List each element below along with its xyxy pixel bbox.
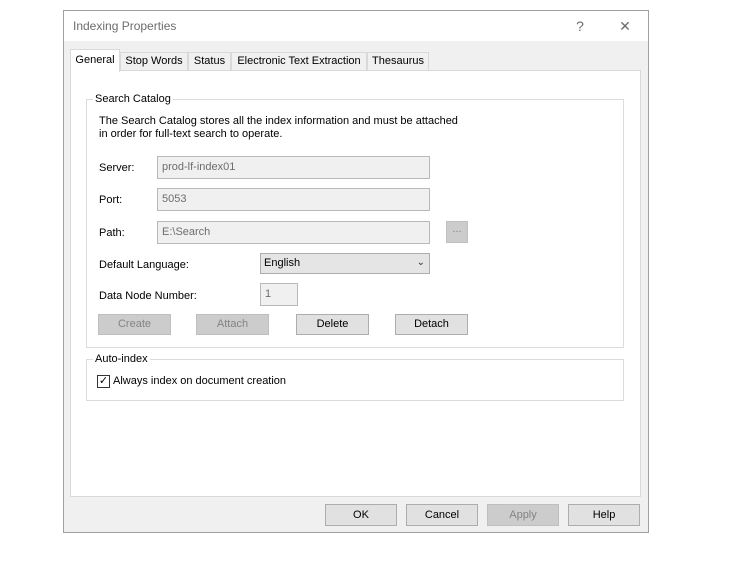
- close-icon[interactable]: ✕: [611, 15, 639, 37]
- path-label: Path:: [99, 227, 125, 239]
- port-field[interactable]: 5053: [157, 188, 430, 211]
- data-node-number-field[interactable]: 1: [260, 283, 298, 306]
- tab-general[interactable]: General: [70, 49, 120, 72]
- tab-thesaurus[interactable]: Thesaurus: [367, 52, 429, 71]
- indexing-properties-dialog: Indexing Properties ? ✕ General Stop Wor…: [63, 10, 649, 533]
- default-language-value: English: [264, 257, 301, 269]
- browse-path-button[interactable]: ...: [446, 221, 468, 243]
- always-index-checkbox[interactable]: ✓: [97, 375, 110, 388]
- tab-electronic-text-extraction[interactable]: Electronic Text Extraction: [231, 52, 367, 71]
- server-field[interactable]: prod-lf-index01: [157, 156, 430, 179]
- detach-button[interactable]: Detach: [395, 314, 468, 335]
- data-node-number-label: Data Node Number:: [99, 290, 197, 302]
- chevron-down-icon: ⌄: [416, 257, 425, 268]
- cancel-button[interactable]: Cancel: [406, 504, 478, 526]
- default-language-select[interactable]: English ⌄: [260, 253, 430, 274]
- always-index-label: Always index on document creation: [113, 375, 287, 387]
- port-label: Port:: [99, 194, 123, 206]
- auto-index-group-label: Auto-index: [93, 353, 150, 365]
- attach-button[interactable]: Attach: [196, 314, 269, 335]
- delete-button[interactable]: Delete: [296, 314, 369, 335]
- window-title: Indexing Properties: [73, 19, 177, 33]
- search-catalog-group-label: Search Catalog: [93, 93, 173, 105]
- description-line-1: The Search Catalog stores all the index …: [99, 115, 458, 127]
- create-button[interactable]: Create: [98, 314, 171, 335]
- help-button[interactable]: Help: [568, 504, 640, 526]
- default-language-label: Default Language:: [99, 259, 189, 271]
- apply-button[interactable]: Apply: [487, 504, 559, 526]
- path-field[interactable]: E:\Search: [157, 221, 430, 244]
- server-label: Server:: [99, 162, 135, 174]
- description-line-2: in order for full-text search to operate…: [99, 128, 283, 140]
- tab-stop-words[interactable]: Stop Words: [120, 52, 188, 71]
- title-bar: Indexing Properties ? ✕: [64, 11, 648, 41]
- ok-button[interactable]: OK: [325, 504, 397, 526]
- general-tab-panel: Search Catalog The Search Catalog stores…: [70, 70, 641, 497]
- help-icon[interactable]: ?: [566, 15, 594, 37]
- tab-status[interactable]: Status: [188, 52, 231, 71]
- search-catalog-description: The Search Catalog stores all the index …: [99, 115, 458, 141]
